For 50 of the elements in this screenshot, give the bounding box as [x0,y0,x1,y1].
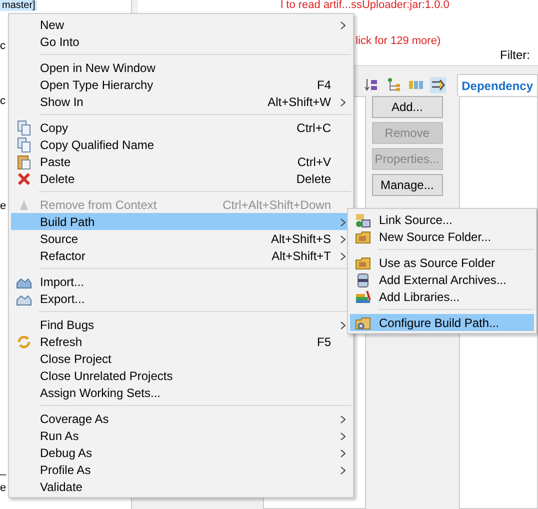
menu-item[interactable]: Coverage As [11,410,351,427]
menu-item[interactable]: New Source Folder... [350,228,534,245]
menu-item[interactable]: Close Unrelated Projects [11,367,351,384]
tree-item-text: e [0,481,6,496]
menu-item[interactable]: Refresh F5 [11,333,351,350]
shortcut-text: Ctrl+V [297,154,332,170]
tree-item-text: c [0,94,6,109]
menu-item[interactable]: Add External Archives... [350,271,534,288]
menu-item[interactable]: Copy Qualified Name [11,136,351,153]
more-link[interactable]: lick for 129 more) [356,36,441,47]
shortcut-text: Delete [296,170,332,188]
menu-item[interactable]: Paste Ctrl+V [11,153,351,170]
tree-item-text: c [0,39,6,54]
shortcut-text: F4 [316,76,332,94]
menu-item[interactable]: Open Type Hierarchy F4 [11,76,351,93]
menu-item[interactable]: Debug As [11,444,351,461]
shortcut-text: Alt+Shift+T [272,248,332,264]
shortcut-text: Ctrl+Alt+Shift+Down [222,196,332,214]
filter-label: Filter: [500,47,530,64]
menu-item[interactable]: Delete Delete [11,170,351,187]
menu-item[interactable]: Show In Alt+Shift+W [11,93,351,110]
menu-item[interactable]: Profile As [11,461,351,478]
menu-item[interactable]: Link Source... [350,211,534,228]
menu-item[interactable]: Refactor Alt+Shift+T [11,247,351,264]
tree-item-text: _ [0,463,6,478]
tree-item-text: e [0,199,6,214]
dependency-tab[interactable]: Dependency [456,74,538,96]
menu-item[interactable]: Export... [11,290,351,307]
shortcut-text: Alt+Shift+W [268,94,332,110]
menu-item[interactable]: Go Into [11,33,351,50]
menu-item[interactable]: Close Project [11,350,351,367]
menu-item[interactable]: Copy Ctrl+C [11,119,351,136]
menu-item[interactable]: Add Libraries... [350,288,534,305]
dialog-button[interactable]: Manage... [372,174,443,196]
menu-item[interactable]: New [11,16,351,33]
menu-item[interactable]: Find Bugs [11,316,351,333]
menu-item[interactable]: Assign Working Sets... [11,384,351,401]
menu-item[interactable]: Configure Build Path... [350,314,534,331]
dialog-button[interactable]: Add... [372,96,443,118]
error-message: l to read artif...ssUploader:jar:1.0.0 [280,0,450,11]
menu-item[interactable]: Use as Source Folder [350,254,534,271]
shortcut-text: Alt+Shift+S [270,230,332,248]
menu-item[interactable]: Source Alt+Shift+S [11,230,351,247]
menu-item[interactable]: Open in New Window [11,59,351,76]
shortcut-text: Ctrl+C [296,120,332,136]
menu-item[interactable]: Import... [11,273,351,290]
menu-item[interactable]: Validate [11,478,351,495]
shortcut-text: F5 [316,334,332,350]
tree-item[interactable]: master] [0,0,38,11]
menu-item[interactable]: Run As [11,427,351,444]
